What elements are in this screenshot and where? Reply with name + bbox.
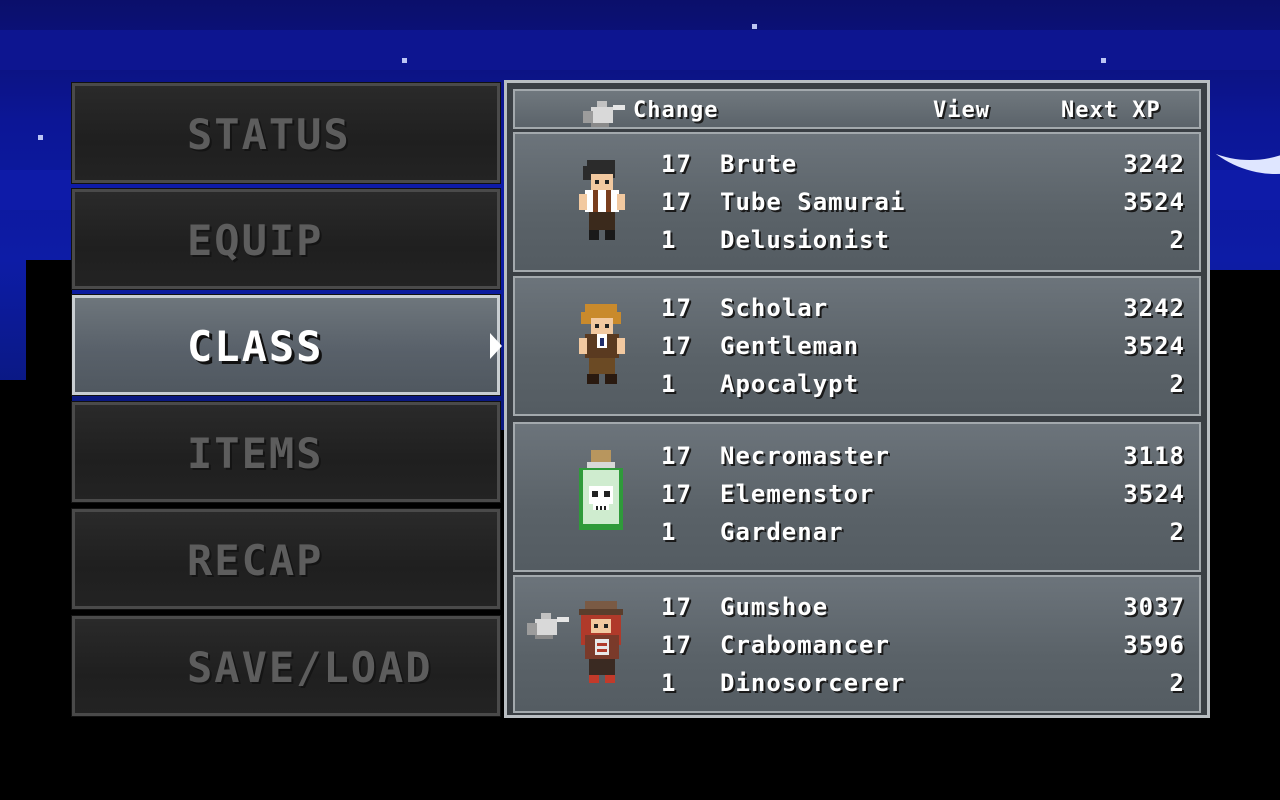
menu-item-label: EQUIP bbox=[187, 216, 324, 265]
class-next-xp: 2 bbox=[1169, 226, 1185, 254]
class-name: Crabomancer bbox=[720, 631, 890, 659]
class-level: 1 bbox=[661, 370, 677, 398]
sky-band bbox=[0, 30, 1280, 70]
class-row[interactable]: 17 Necromaster 3118 bbox=[515, 442, 1199, 478]
star-icon bbox=[752, 24, 757, 29]
star-icon bbox=[38, 135, 43, 140]
class-row[interactable]: 1 Dinosorcerer 2 bbox=[515, 669, 1199, 705]
class-name: Apocalypt bbox=[720, 370, 860, 398]
class-panel: Change View Next XP 17 Brute 3242 17 Tub… bbox=[504, 80, 1210, 718]
menu-item-label: RECAP bbox=[187, 536, 324, 585]
character-block[interactable]: 17 Gumshoe 3037 17 Crabomancer 3596 1 Di… bbox=[513, 575, 1201, 713]
menu-item-save-load[interactable]: SAVE/LOAD bbox=[71, 615, 501, 717]
class-name: Necromaster bbox=[720, 442, 890, 470]
class-row[interactable]: 17 Crabomancer 3596 bbox=[515, 631, 1199, 667]
class-name: Dinosorcerer bbox=[720, 669, 906, 697]
menu-item-label: STATUS bbox=[187, 110, 351, 159]
class-level: 17 bbox=[661, 631, 692, 659]
class-next-xp: 3524 bbox=[1123, 188, 1185, 216]
class-name: Delusionist bbox=[720, 226, 890, 254]
character-block[interactable]: 17 Necromaster 3118 17 Elemenstor 3524 1… bbox=[513, 422, 1201, 572]
star-icon bbox=[402, 58, 407, 63]
class-row[interactable]: 17 Elemenstor 3524 bbox=[515, 480, 1199, 516]
class-next-xp: 3037 bbox=[1123, 593, 1185, 621]
class-next-xp: 2 bbox=[1169, 518, 1185, 546]
class-name: Gumshoe bbox=[720, 593, 829, 621]
class-level: 17 bbox=[661, 188, 692, 216]
menu-item-label: CLASS bbox=[187, 322, 324, 371]
menu-item-equip[interactable]: EQUIP bbox=[71, 188, 501, 290]
menu-item-recap[interactable]: RECAP bbox=[71, 508, 501, 610]
class-level: 17 bbox=[661, 593, 692, 621]
character-block[interactable]: 17 Brute 3242 17 Tube Samurai 3524 1 Del… bbox=[513, 132, 1201, 272]
menu-item-status[interactable]: STATUS bbox=[71, 82, 501, 184]
class-name: Scholar bbox=[720, 294, 829, 322]
class-name: Elemenstor bbox=[720, 480, 875, 508]
class-row[interactable]: 17 Scholar 3242 bbox=[515, 294, 1199, 330]
menu-cursor-arrow-icon bbox=[490, 333, 502, 359]
class-row[interactable]: 17 Tube Samurai 3524 bbox=[515, 188, 1199, 224]
class-level: 17 bbox=[661, 332, 692, 360]
class-next-xp: 3524 bbox=[1123, 480, 1185, 508]
class-next-xp: 3118 bbox=[1123, 442, 1185, 470]
class-level: 17 bbox=[661, 294, 692, 322]
class-row[interactable]: 1 Gardenar 2 bbox=[515, 518, 1199, 554]
class-panel-header: Change View Next XP bbox=[513, 89, 1201, 129]
class-next-xp: 3596 bbox=[1123, 631, 1185, 659]
class-level: 1 bbox=[661, 518, 677, 546]
class-level: 1 bbox=[661, 669, 677, 697]
menu-item-label: ITEMS bbox=[187, 429, 324, 478]
class-row[interactable]: 17 Gentleman 3524 bbox=[515, 332, 1199, 368]
class-next-xp: 2 bbox=[1169, 669, 1185, 697]
game-scene: STATUS EQUIP CLASS ITEMS RECAP SAVE/LOAD… bbox=[0, 0, 1280, 800]
class-next-xp: 3524 bbox=[1123, 332, 1185, 360]
class-level: 1 bbox=[661, 226, 677, 254]
character-block[interactable]: 17 Scholar 3242 17 Gentleman 3524 1 Apoc… bbox=[513, 276, 1201, 416]
menu-item-label: SAVE/LOAD bbox=[187, 643, 433, 692]
menu-item-class[interactable]: CLASS bbox=[71, 294, 501, 396]
class-name: Tube Samurai bbox=[720, 188, 906, 216]
class-row[interactable]: 17 Gumshoe 3037 bbox=[515, 593, 1199, 629]
class-name: Brute bbox=[720, 150, 798, 178]
change-label[interactable]: Change bbox=[633, 98, 718, 123]
class-level: 17 bbox=[661, 150, 692, 178]
class-next-xp: 3242 bbox=[1123, 150, 1185, 178]
menu-item-items[interactable]: ITEMS bbox=[71, 401, 501, 503]
class-name: Gentleman bbox=[720, 332, 860, 360]
class-row[interactable]: 1 Delusionist 2 bbox=[515, 226, 1199, 262]
star-icon bbox=[1101, 58, 1106, 63]
class-next-xp: 3242 bbox=[1123, 294, 1185, 322]
view-label[interactable]: View bbox=[933, 98, 990, 123]
pointing-hand-icon bbox=[583, 101, 625, 127]
class-row[interactable]: 17 Brute 3242 bbox=[515, 150, 1199, 186]
class-name: Gardenar bbox=[720, 518, 844, 546]
class-level: 17 bbox=[661, 480, 692, 508]
class-next-xp: 2 bbox=[1169, 370, 1185, 398]
next-xp-label: Next XP bbox=[1061, 98, 1161, 123]
class-level: 17 bbox=[661, 442, 692, 470]
class-row[interactable]: 1 Apocalypt 2 bbox=[515, 370, 1199, 406]
